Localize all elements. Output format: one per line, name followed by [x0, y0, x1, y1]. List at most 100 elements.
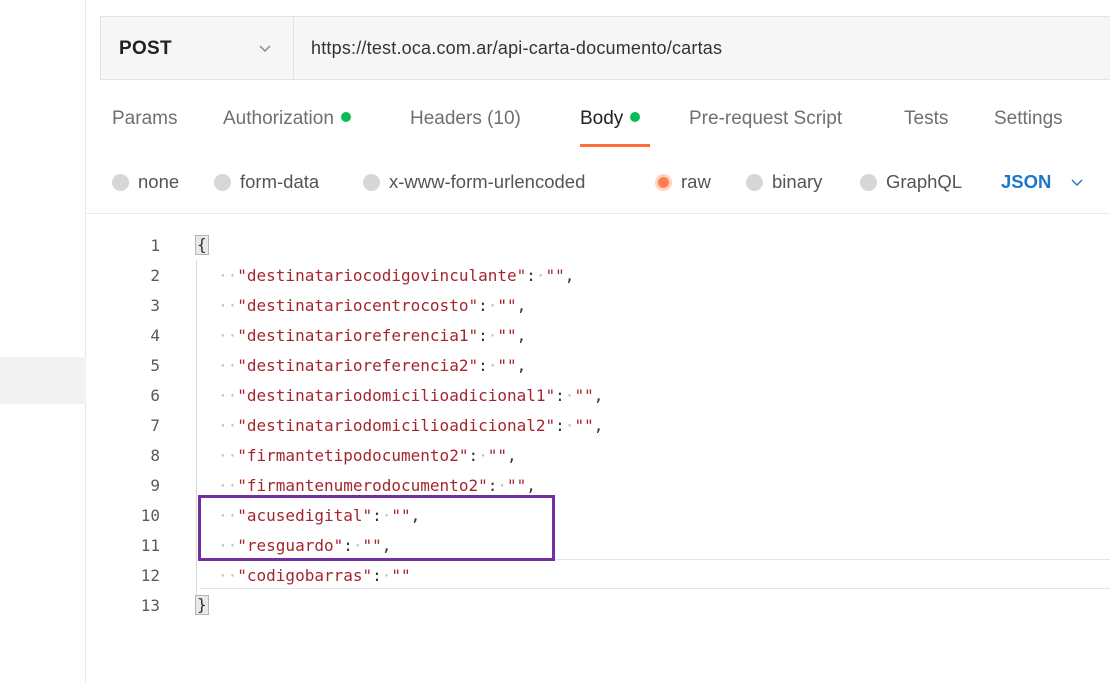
- tab-label: Body: [580, 108, 624, 129]
- colon: :: [372, 566, 382, 585]
- url-input[interactable]: https://test.oca.com.ar/api-carta-docume…: [311, 38, 722, 59]
- json-value: "": [487, 446, 507, 465]
- tab-label: Tests: [904, 108, 949, 129]
- format-label: JSON: [1001, 171, 1052, 192]
- whitespace-marker: ··: [218, 266, 238, 285]
- radio-label: binary: [772, 171, 823, 192]
- json-value: "": [507, 476, 527, 495]
- radio-icon: [112, 173, 129, 191]
- colon: :: [468, 446, 479, 465]
- radio-none[interactable]: none: [112, 167, 179, 197]
- colon: :: [478, 326, 488, 345]
- radio-raw[interactable]: raw: [655, 167, 711, 197]
- json-value: "": [574, 416, 594, 435]
- code-line: ··"destinatarioreferencia1":·"",: [218, 326, 526, 345]
- colon: :: [555, 416, 565, 435]
- json-value: "": [497, 296, 517, 315]
- radio-graphql[interactable]: GraphQL: [860, 167, 962, 197]
- indent-guide: [196, 260, 197, 605]
- chevron-down-icon: [259, 45, 271, 52]
- code-line: ··"firmantenumerodocumento2":·"",: [218, 476, 536, 495]
- radio-form-data[interactable]: form-data: [214, 167, 319, 197]
- json-key: "destinatariocodigovinculante": [237, 266, 527, 285]
- comma: ,: [593, 416, 604, 435]
- tab-authorization[interactable]: Authorization: [223, 108, 351, 148]
- json-key: "firmantenumerodocumento2": [237, 476, 488, 495]
- line-number: 1: [150, 236, 160, 255]
- line-number: 7: [150, 416, 160, 435]
- radio-label: none: [138, 171, 180, 192]
- radio-urlencoded[interactable]: x-www-form-urlencoded: [363, 167, 585, 197]
- json-key: "destinatariodomicilioadicional2": [237, 416, 556, 435]
- line-number: 10: [140, 506, 160, 525]
- colon: :: [526, 266, 536, 285]
- method-select[interactable]: POST: [101, 17, 294, 79]
- tab-label: Settings: [994, 108, 1063, 129]
- whitespace-marker: ·: [497, 476, 507, 495]
- tab-tests[interactable]: Tests: [904, 108, 948, 148]
- whitespace-marker: ··: [218, 386, 238, 405]
- code-line: ··"destinatariodomicilioadicional2":·"",: [218, 416, 603, 435]
- status-dot-icon: [630, 112, 641, 122]
- radio-icon: [363, 173, 380, 191]
- code-line: ··"destinatarioreferencia2":·"",: [218, 356, 526, 375]
- comma: ,: [516, 296, 527, 315]
- line-number: 8: [150, 446, 160, 465]
- chevron-down-icon: [1071, 179, 1083, 186]
- line-number: 9: [150, 476, 160, 495]
- tab-headers[interactable]: Headers (10): [410, 108, 521, 148]
- json-value: "": [391, 566, 411, 585]
- radio-label: form-data: [240, 171, 320, 192]
- line-number: 13: [140, 596, 160, 615]
- radio-icon: [214, 173, 231, 191]
- json-value: "": [545, 266, 565, 285]
- whitespace-marker: ··: [218, 566, 238, 585]
- whitespace-marker: ·: [564, 386, 575, 405]
- annotation-highlight-box: [198, 495, 555, 561]
- whitespace-marker: ·: [535, 266, 546, 285]
- status-dot-icon: [340, 112, 351, 122]
- comma: ,: [593, 386, 604, 405]
- comma: ,: [526, 476, 536, 495]
- request-tabs: Params Authorization Headers (10) Body P…: [112, 108, 1102, 148]
- colon: :: [487, 476, 498, 495]
- request-bar: POST https://test.oca.com.ar/api-carta-d…: [100, 16, 1110, 80]
- tab-settings[interactable]: Settings: [994, 108, 1063, 148]
- active-tab-indicator: [580, 144, 650, 147]
- whitespace-marker: ·: [564, 416, 575, 435]
- comma: ,: [516, 356, 527, 375]
- code-line: ··"codigobarras":·"": [218, 566, 411, 585]
- sidebar: [0, 0, 86, 682]
- radio-binary[interactable]: binary: [746, 167, 822, 197]
- format-select[interactable]: JSON: [1001, 167, 1083, 197]
- tab-label: Headers (10): [410, 108, 521, 129]
- line-number: 11: [140, 536, 160, 555]
- colon: :: [555, 386, 565, 405]
- section-divider: [86, 213, 1110, 214]
- tab-pre-request-script[interactable]: Pre-request Script: [689, 108, 842, 148]
- radio-selected-icon: [655, 173, 672, 191]
- tab-label: Authorization: [223, 108, 334, 129]
- json-key: "destinatarioreferencia1": [237, 326, 479, 345]
- json-key: "destinatarioreferencia2": [237, 356, 479, 375]
- code-line: ··"firmantetipodocumento2":·"",: [218, 446, 517, 465]
- method-label: POST: [119, 38, 172, 59]
- whitespace-marker: ··: [218, 446, 238, 465]
- line-number: 12: [140, 566, 160, 585]
- line-number: 2: [150, 266, 160, 285]
- whitespace-marker: ··: [218, 296, 238, 315]
- tab-params[interactable]: Params: [112, 108, 177, 148]
- radio-label: GraphQL: [886, 171, 963, 192]
- whitespace-marker: ·: [381, 566, 392, 585]
- json-key: "firmantetipodocumento2": [237, 446, 469, 465]
- open-brace: {: [195, 235, 209, 255]
- sidebar-selected-item[interactable]: [0, 357, 86, 404]
- whitespace-marker: ··: [218, 326, 238, 345]
- colon: :: [478, 296, 488, 315]
- radio-icon: [746, 173, 763, 191]
- tab-label: Pre-request Script: [689, 108, 843, 129]
- code-line: ··"destinatariocodigovinculante":·"",: [218, 266, 574, 285]
- comma: ,: [516, 326, 527, 345]
- json-key: "destinatariodomicilioadicional1": [237, 386, 556, 405]
- tab-body[interactable]: Body: [580, 108, 641, 148]
